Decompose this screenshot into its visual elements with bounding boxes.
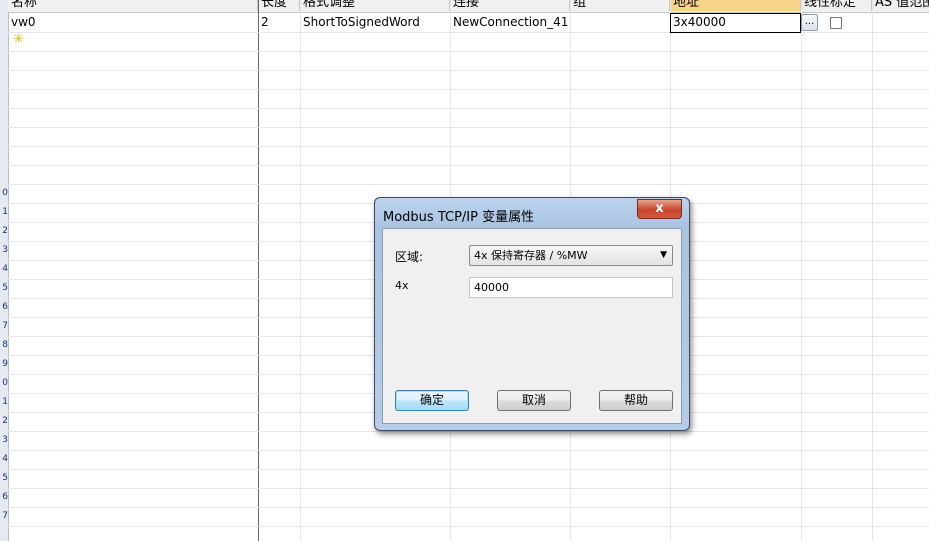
chevron-down-icon: ▼ <box>660 250 667 260</box>
row-divider <box>8 488 929 489</box>
row-number: 4 <box>2 454 8 464</box>
column-header-address[interactable]: 地址 <box>670 0 801 11</box>
row-number: 4 <box>2 264 8 274</box>
column-header-name[interactable]: 名称 <box>8 0 258 11</box>
row-number: 7 <box>2 321 8 331</box>
cell-connection[interactable]: NewConnection_41 <box>450 13 570 32</box>
row-divider <box>8 184 929 185</box>
row-divider <box>8 165 929 166</box>
column-divider <box>300 0 301 541</box>
linear-scaling-checkbox[interactable] <box>830 17 842 29</box>
dialog-body: 区域: 4x 保持寄存器 / %MW ▼ 4x 40000 确定 取消 帮助 <box>382 228 682 424</box>
row-number: 1 <box>2 207 8 217</box>
column-header-format[interactable]: 格式调整 <box>300 0 450 11</box>
close-button[interactable]: x <box>637 199 682 219</box>
row-number: 2 <box>2 416 8 426</box>
offset-label: 4x <box>395 279 409 292</box>
area-select-value: 4x 保持寄存器 / %MW <box>474 249 588 262</box>
column-header-connection[interactable]: 连接 <box>450 0 570 11</box>
row-divider <box>8 469 929 470</box>
table-header: 名称 长度 格式调整 连接 组 地址 线性标定 AS 值范围 <box>8 0 929 13</box>
dialog-title: Modbus TCP/IP 变量属性 <box>383 210 535 225</box>
ok-button[interactable]: 确定 <box>395 390 469 411</box>
row-number: 8 <box>2 340 8 350</box>
column-header-linear-scaling[interactable]: 线性标定 <box>801 0 872 11</box>
row-number: 5 <box>2 473 8 483</box>
row-divider <box>8 127 929 128</box>
column-header-group[interactable]: 组 <box>570 0 670 11</box>
row-number: 2 <box>2 226 8 236</box>
row-divider <box>8 431 929 432</box>
offset-input[interactable]: 40000 <box>469 277 673 298</box>
row-divider <box>8 507 929 508</box>
column-divider <box>258 0 259 541</box>
row-number: 9 <box>2 359 8 369</box>
help-button[interactable]: 帮助 <box>599 390 673 411</box>
row-number: 0 <box>2 188 8 198</box>
row-divider <box>8 89 929 90</box>
close-icon: x <box>655 201 664 216</box>
address-browse-button[interactable]: ... <box>801 14 818 31</box>
column-header-length[interactable]: 长度 <box>258 0 300 11</box>
row-number: 3 <box>2 245 8 255</box>
column-header-as-value-range[interactable]: AS 值范围 <box>872 0 929 11</box>
column-divider <box>801 0 802 541</box>
cell-name[interactable]: vw0 <box>8 13 258 32</box>
row-divider <box>8 146 929 147</box>
row-divider <box>8 70 929 71</box>
new-row-star-icon[interactable]: ✳ <box>13 33 27 47</box>
row-divider <box>8 526 929 527</box>
row-number: 6 <box>2 492 8 502</box>
row-divider <box>8 450 929 451</box>
row-divider <box>8 51 929 52</box>
modbus-variable-properties-dialog: Modbus TCP/IP 变量属性 x 区域: 4x 保持寄存器 / %MW … <box>374 197 690 431</box>
row-number: 1 <box>2 397 8 407</box>
area-label: 区域: <box>395 250 424 264</box>
row-number: 0 <box>2 378 8 388</box>
row-number: 6 <box>2 302 8 312</box>
address-edit-field[interactable]: 3x40000 <box>670 13 801 33</box>
area-select[interactable]: 4x 保持寄存器 / %MW ▼ <box>469 245 673 266</box>
cell-group[interactable] <box>570 13 670 32</box>
row-number: 7 <box>2 511 8 521</box>
row-divider <box>8 108 929 109</box>
row-number: 3 <box>2 435 8 445</box>
row-number: 5 <box>2 283 8 293</box>
cell-format[interactable]: ShortToSignedWord <box>300 13 450 32</box>
cell-length[interactable]: 2 <box>258 13 300 32</box>
column-divider <box>872 0 873 541</box>
cancel-button[interactable]: 取消 <box>497 390 571 411</box>
